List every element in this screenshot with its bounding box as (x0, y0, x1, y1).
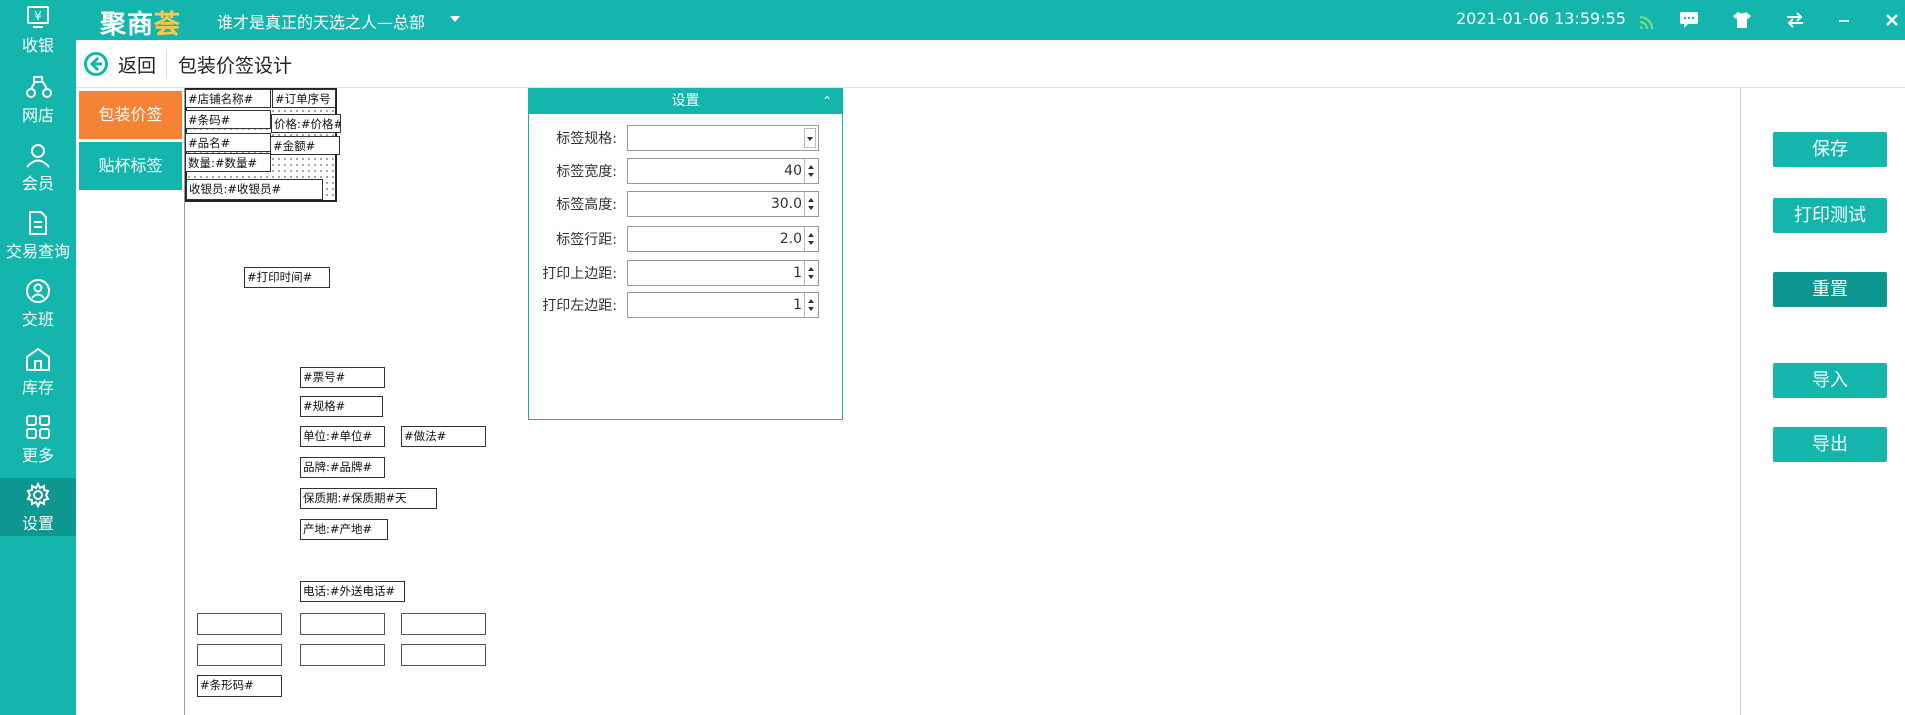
field-empty[interactable] (401, 644, 486, 666)
field-phone[interactable]: 电话:#外送电话# (300, 581, 405, 602)
field-unit[interactable]: 单位:#单位# (300, 426, 385, 447)
collapse-icon[interactable]: ⌃ (822, 89, 832, 114)
svg-text:¥: ¥ (34, 9, 42, 23)
label-width-input[interactable]: 40 (627, 158, 819, 184)
field-amount[interactable]: #金额# (270, 136, 340, 155)
export-button[interactable]: 导出 (1773, 427, 1887, 462)
field-order-no[interactable]: #订单序号 (272, 89, 336, 108)
field-empty[interactable] (197, 613, 282, 635)
field-cashier[interactable]: 收银员:#收银员# (186, 179, 323, 200)
field-store-name[interactable]: #店铺名称# (185, 89, 271, 108)
app-logo: 聚商荟 (100, 10, 182, 40)
wifi-icon (1634, 8, 1658, 32)
sidebar-item-member[interactable]: 会员 (0, 138, 76, 196)
gear-icon (26, 482, 50, 508)
shirt-icon[interactable] (1730, 8, 1754, 32)
spinner-icon[interactable] (804, 159, 818, 183)
warehouse-icon (26, 347, 50, 371)
sidebar-item-label: 更多 (21, 446, 54, 465)
reset-button[interactable]: 重置 (1773, 272, 1887, 307)
left-margin-label: 打印左边距: (542, 298, 617, 314)
field-empty[interactable] (300, 644, 385, 666)
message-icon[interactable] (1677, 8, 1701, 32)
sidebar-item-label: 设置 (21, 514, 54, 533)
settings-panel-header: 设置 ⌃ (529, 89, 842, 114)
top-bar: 聚商荟 谁才是真正的天选之人—总部 2021-01-06 13:59:55 (0, 0, 1905, 40)
header-divider (166, 50, 167, 78)
settings-panel-title: 设置 (671, 93, 700, 109)
shift-icon (26, 279, 50, 303)
label-spec-select[interactable] (627, 125, 819, 151)
sidebar: ¥ 收银 网店 会员 交易查询 交班 库存 更多 设置 (0, 0, 76, 715)
chevron-down-icon[interactable] (804, 128, 816, 148)
field-print-time[interactable]: #打印时间# (244, 267, 330, 288)
sidebar-item-inventory[interactable]: 库存 (0, 342, 76, 400)
label-height-label: 标签高度: (556, 197, 617, 213)
field-empty[interactable] (197, 644, 282, 666)
print-test-button[interactable]: 打印测试 (1773, 198, 1887, 233)
field-price[interactable]: 价格:#价格# (271, 114, 341, 133)
sidebar-item-label: 会员 (21, 174, 54, 193)
line-spacing-input[interactable]: 2.0 (627, 226, 819, 252)
field-empty[interactable] (300, 613, 385, 635)
tab-package-price-label[interactable]: 包装价签 (79, 91, 182, 139)
grid-icon (26, 415, 50, 439)
field-brand[interactable]: 品牌:#品牌# (300, 457, 385, 478)
field-spec[interactable]: #规格# (300, 396, 383, 417)
spinner-icon[interactable] (804, 227, 818, 251)
switch-icon[interactable] (1783, 8, 1807, 32)
sidebar-item-cashier[interactable]: ¥ 收银 (0, 0, 76, 58)
sidebar-item-transactions[interactable]: 交易查询 (0, 206, 76, 264)
scooter-icon (26, 76, 52, 98)
spinner-icon[interactable] (804, 192, 818, 216)
label-width-label: 标签宽度: (556, 164, 617, 180)
minimize-icon[interactable] (1832, 8, 1856, 32)
cashier-icon: ¥ (27, 6, 49, 28)
back-button[interactable]: 返回 (118, 51, 156, 78)
top-margin-label: 打印上边距: (542, 266, 617, 282)
left-margin-input[interactable]: 1 (627, 292, 819, 318)
save-button[interactable]: 保存 (1773, 132, 1887, 167)
datetime: 2021-01-06 13:59:55 (1456, 9, 1626, 28)
import-button[interactable]: 导入 (1773, 363, 1887, 398)
close-icon[interactable] (1880, 8, 1904, 32)
line-spacing-label: 标签行距: (556, 232, 617, 248)
field-empty[interactable] (401, 613, 486, 635)
field-origin[interactable]: 产地:#产地# (300, 519, 388, 540)
sidebar-item-settings[interactable]: 设置 (0, 478, 76, 536)
sidebar-item-label: 交班 (21, 310, 54, 329)
field-ticket-no[interactable]: #票号# (300, 367, 385, 388)
spinner-icon[interactable] (804, 293, 818, 317)
label-spec-label: 标签规格: (556, 131, 617, 147)
field-barcode[interactable]: #条码# (185, 110, 271, 129)
field-shelf-life[interactable]: 保质期:#保质期#天 (300, 488, 437, 509)
field-quantity[interactable]: 数量:#数量# (185, 153, 271, 172)
field-product-name[interactable]: #品名# (185, 133, 271, 152)
page-title: 包装价签设计 (178, 55, 293, 77)
sidebar-item-label: 收银 (21, 36, 54, 55)
sidebar-item-label: 交易查询 (5, 242, 70, 261)
spinner-icon[interactable] (804, 261, 818, 285)
tab-cup-label[interactable]: 贴杯标签 (79, 142, 182, 190)
sidebar-item-label: 网店 (21, 106, 54, 125)
sidebar-item-webstore[interactable]: 网店 (0, 70, 76, 128)
settings-panel: 设置 ⌃ 标签规格: 标签宽度: 40 标签高度: 30.0 标签行距: 2.0… (528, 88, 843, 420)
sidebar-item-label: 库存 (21, 378, 54, 397)
sidebar-item-more[interactable]: 更多 (0, 410, 76, 468)
back-arrow-icon[interactable] (82, 50, 110, 78)
member-icon (26, 144, 50, 168)
chevron-down-icon[interactable] (450, 16, 460, 22)
sidebar-item-shift[interactable]: 交班 (0, 274, 76, 332)
field-barcode-image[interactable]: #条形码# (197, 675, 282, 697)
page-header: 返回 包装价签设计 (76, 40, 1905, 88)
store-selector[interactable]: 谁才是真正的天选之人—总部 (217, 9, 425, 33)
canvas-right-border (1740, 88, 1741, 715)
label-height-input[interactable]: 30.0 (627, 191, 819, 217)
top-margin-input[interactable]: 1 (627, 260, 819, 286)
field-method[interactable]: #做法# (401, 426, 486, 447)
document-icon (29, 211, 47, 235)
